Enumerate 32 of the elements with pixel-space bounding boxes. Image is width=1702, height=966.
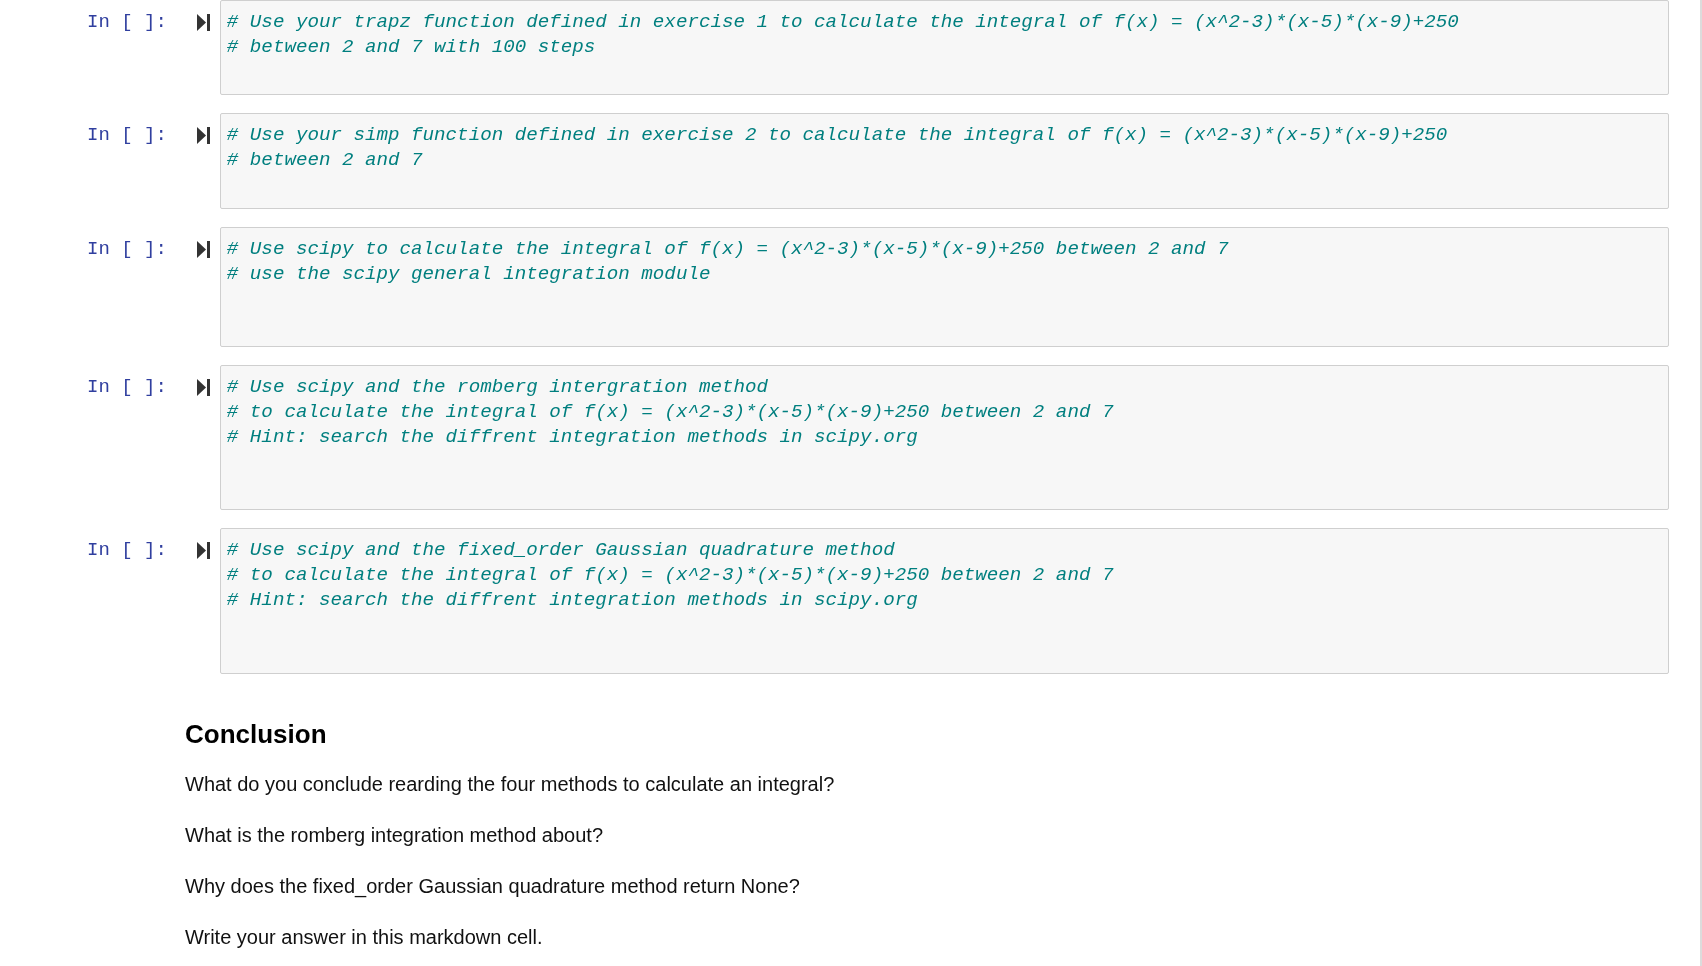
question-text: Write your answer in this markdown cell. (185, 925, 543, 949)
step-forward-icon[interactable] (196, 542, 210, 559)
code-comment: # Use scipy and the fixed_order Gaussian quadrature method (226, 538, 895, 563)
step-forward-icon[interactable] (196, 379, 210, 396)
code-comment: # between 2 and 7 with 100 steps (226, 35, 596, 60)
question-text: What do you conclude rearding the four methods to calculate an integral? (185, 772, 835, 796)
code-comment: # use the scipy general integration module (226, 262, 711, 287)
step-forward-icon[interactable] (196, 14, 210, 31)
code-input-field[interactable]: # Use your trapz function defined in exercise 1 to calculate the integral of f(x) = (x^2-3)*(x-5)*(x-9)+250 # between 2 and 7 with 100 steps (219, 0, 1669, 95)
code-input-field[interactable]: # Use scipy to calculate the integral of f(x) = (x^2-3)*(x-5)*(x-9)+250 between 2 and 7 # use the scipy general integration module (219, 227, 1669, 347)
code-comment: # Use your trapz function defined in exercise 1 to calculate the integral of f(x) = (x^2-3)*(x-5)*(x-9)+250 (226, 10, 1459, 35)
step-forward-icon[interactable] (196, 241, 210, 258)
code-comment: # to calculate the integral of f(x) = (x^2-3)*(x-5)*(x-9)+250 between 2 and 7 (226, 563, 1114, 588)
code-comment: # between 2 and 7 (226, 148, 423, 173)
section-heading: Conclusion (185, 719, 327, 749)
input-prompt: In [ ]: (87, 123, 167, 148)
question-text: What is the romberg integration method about? (185, 823, 604, 847)
code-comment: # Use scipy and the romberg intergration method (226, 375, 768, 400)
code-comment: # Hint: search the diffrent integration methods in scipy.org (226, 425, 918, 450)
input-prompt: In [ ]: (87, 10, 167, 35)
code-input-field[interactable]: # Use scipy and the fixed_order Gaussian quadrature method # to calculate the integral of f(x) = (x^2-3)*(x-5)*(x-9)+250 between 2 and 7 # Hint: search the diffrent integration methods in scipy.org (219, 528, 1669, 674)
code-comment: # Hint: search the diffrent integration methods in scipy.org (226, 588, 918, 613)
input-prompt: In [ ]: (87, 375, 167, 400)
step-forward-icon[interactable] (196, 127, 210, 144)
input-prompt: In [ ]: (87, 538, 167, 563)
code-input-field[interactable]: # Use your simp function defined in exercise 2 to calculate the integral of f(x) = (x^2-3)*(x-5)*(x-9)+250 # between 2 and 7 (219, 113, 1669, 209)
code-comment: # to calculate the integral of f(x) = (x^2-3)*(x-5)*(x-9)+250 between 2 and 7 (226, 400, 1114, 425)
input-prompt: In [ ]: (87, 237, 167, 262)
code-comment: # Use scipy to calculate the integral of f(x) = (x^2-3)*(x-5)*(x-9)+250 between 2 and 7 (226, 237, 1229, 262)
code-input-field[interactable]: # Use scipy and the romberg intergration method # to calculate the integral of f(x) = (x^2-3)*(x-5)*(x-9)+250 between 2 and 7 # Hint: search the diffrent integration methods in scipy.org (219, 365, 1669, 510)
code-comment: # Use your simp function defined in exercise 2 to calculate the integral of f(x) = (x^2-3)*(x-5)*(x-9)+250 (226, 123, 1448, 148)
question-text: Why does the fixed_order Gaussian quadrature method return None? (185, 874, 800, 898)
